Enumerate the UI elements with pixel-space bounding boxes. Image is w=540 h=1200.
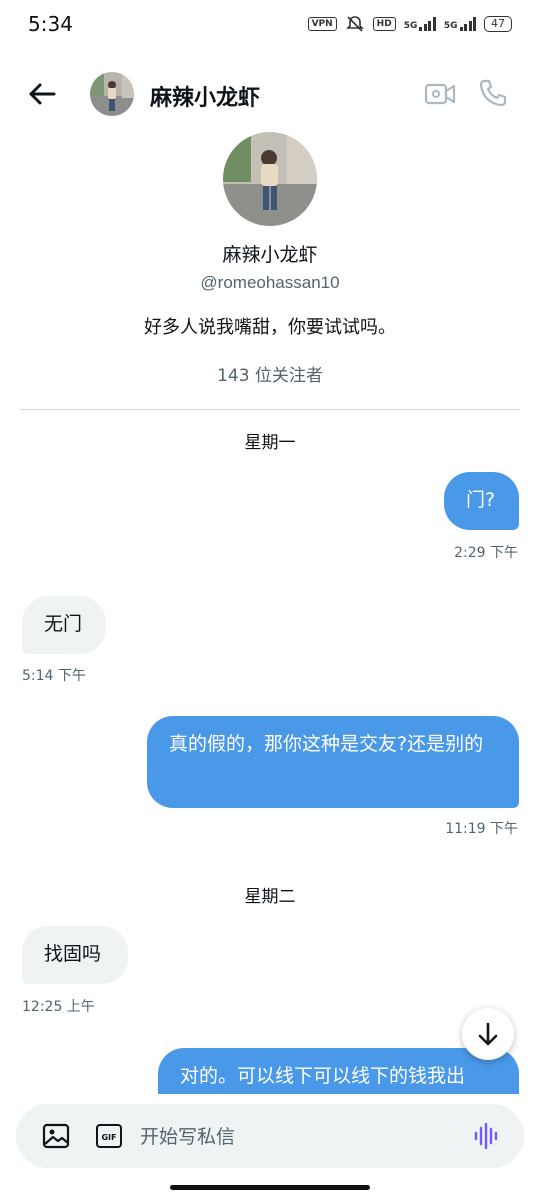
message-received[interactable]: 无门 — [22, 596, 106, 654]
hd-icon: HD — [372, 17, 396, 31]
profile-followers[interactable]: 143 位关注者 — [0, 361, 540, 386]
gif-icon[interactable]: GIF — [96, 1124, 122, 1148]
day-separator-tuesday: 星期二 — [244, 887, 296, 907]
status-icons: VPN HD 5G 5G 47 — [307, 14, 512, 34]
profile-avatar[interactable] — [223, 132, 317, 226]
header-title[interactable]: 麻辣小龙虾 — [150, 80, 260, 112]
composer: GIF 开始写私信 — [16, 1104, 524, 1168]
message-time: 12:25 上午 — [22, 999, 95, 1015]
status-time: 5:34 — [28, 12, 73, 36]
signal-bars-icon — [459, 17, 476, 31]
net-label-2: 5G — [443, 21, 458, 31]
video-call-icon[interactable] — [424, 80, 456, 108]
net-label-1: 5G — [403, 21, 418, 31]
signal-1: 5G — [404, 17, 436, 31]
message-received[interactable]: 找固吗 — [22, 926, 128, 984]
status-bar: 5:34 VPN HD 5G 5G 47 — [0, 0, 540, 52]
message-time: 11:19 下午 — [445, 821, 518, 837]
divider — [20, 409, 520, 410]
back-arrow-icon[interactable] — [24, 76, 60, 112]
profile-bio: 好多人说我嘴甜，你要试试吗。 — [144, 317, 396, 338]
message-sent[interactable]: 门? — [444, 472, 519, 530]
scroll-down-button[interactable] — [462, 1008, 514, 1060]
message-time: 2:29 下午 — [454, 545, 518, 561]
day-separator-monday: 星期一 — [244, 433, 296, 453]
svg-text:GIF: GIF — [101, 1133, 116, 1142]
home-indicator[interactable] — [170, 1185, 370, 1190]
profile-handle: @romeohassan10 — [200, 273, 340, 292]
voice-icon[interactable] — [472, 1122, 502, 1150]
scroll-down-icon — [478, 1022, 498, 1046]
battery-icon: 47 — [484, 16, 512, 32]
profile-card: 麻辣小龙虾 @romeohassan10 好多人说我嘴甜，你要试试吗。 143 … — [0, 130, 540, 386]
image-icon[interactable] — [42, 1122, 70, 1150]
vpn-icon: VPN — [307, 17, 337, 31]
message-time: 5:14 下午 — [22, 668, 86, 684]
phone-icon[interactable] — [478, 78, 508, 108]
signal-bars-icon — [419, 17, 436, 31]
message-sent[interactable]: 真的假的，那你这种是交友?还是别的 — [147, 716, 519, 808]
conversation-header: 麻辣小龙虾 — [0, 60, 540, 130]
profile-name: 麻辣小龙虾 — [222, 244, 318, 266]
header-avatar[interactable] — [90, 72, 134, 116]
mute-icon — [345, 16, 364, 32]
signal-2: 5G — [444, 17, 476, 31]
message-input[interactable]: 开始写私信 — [140, 1122, 235, 1149]
